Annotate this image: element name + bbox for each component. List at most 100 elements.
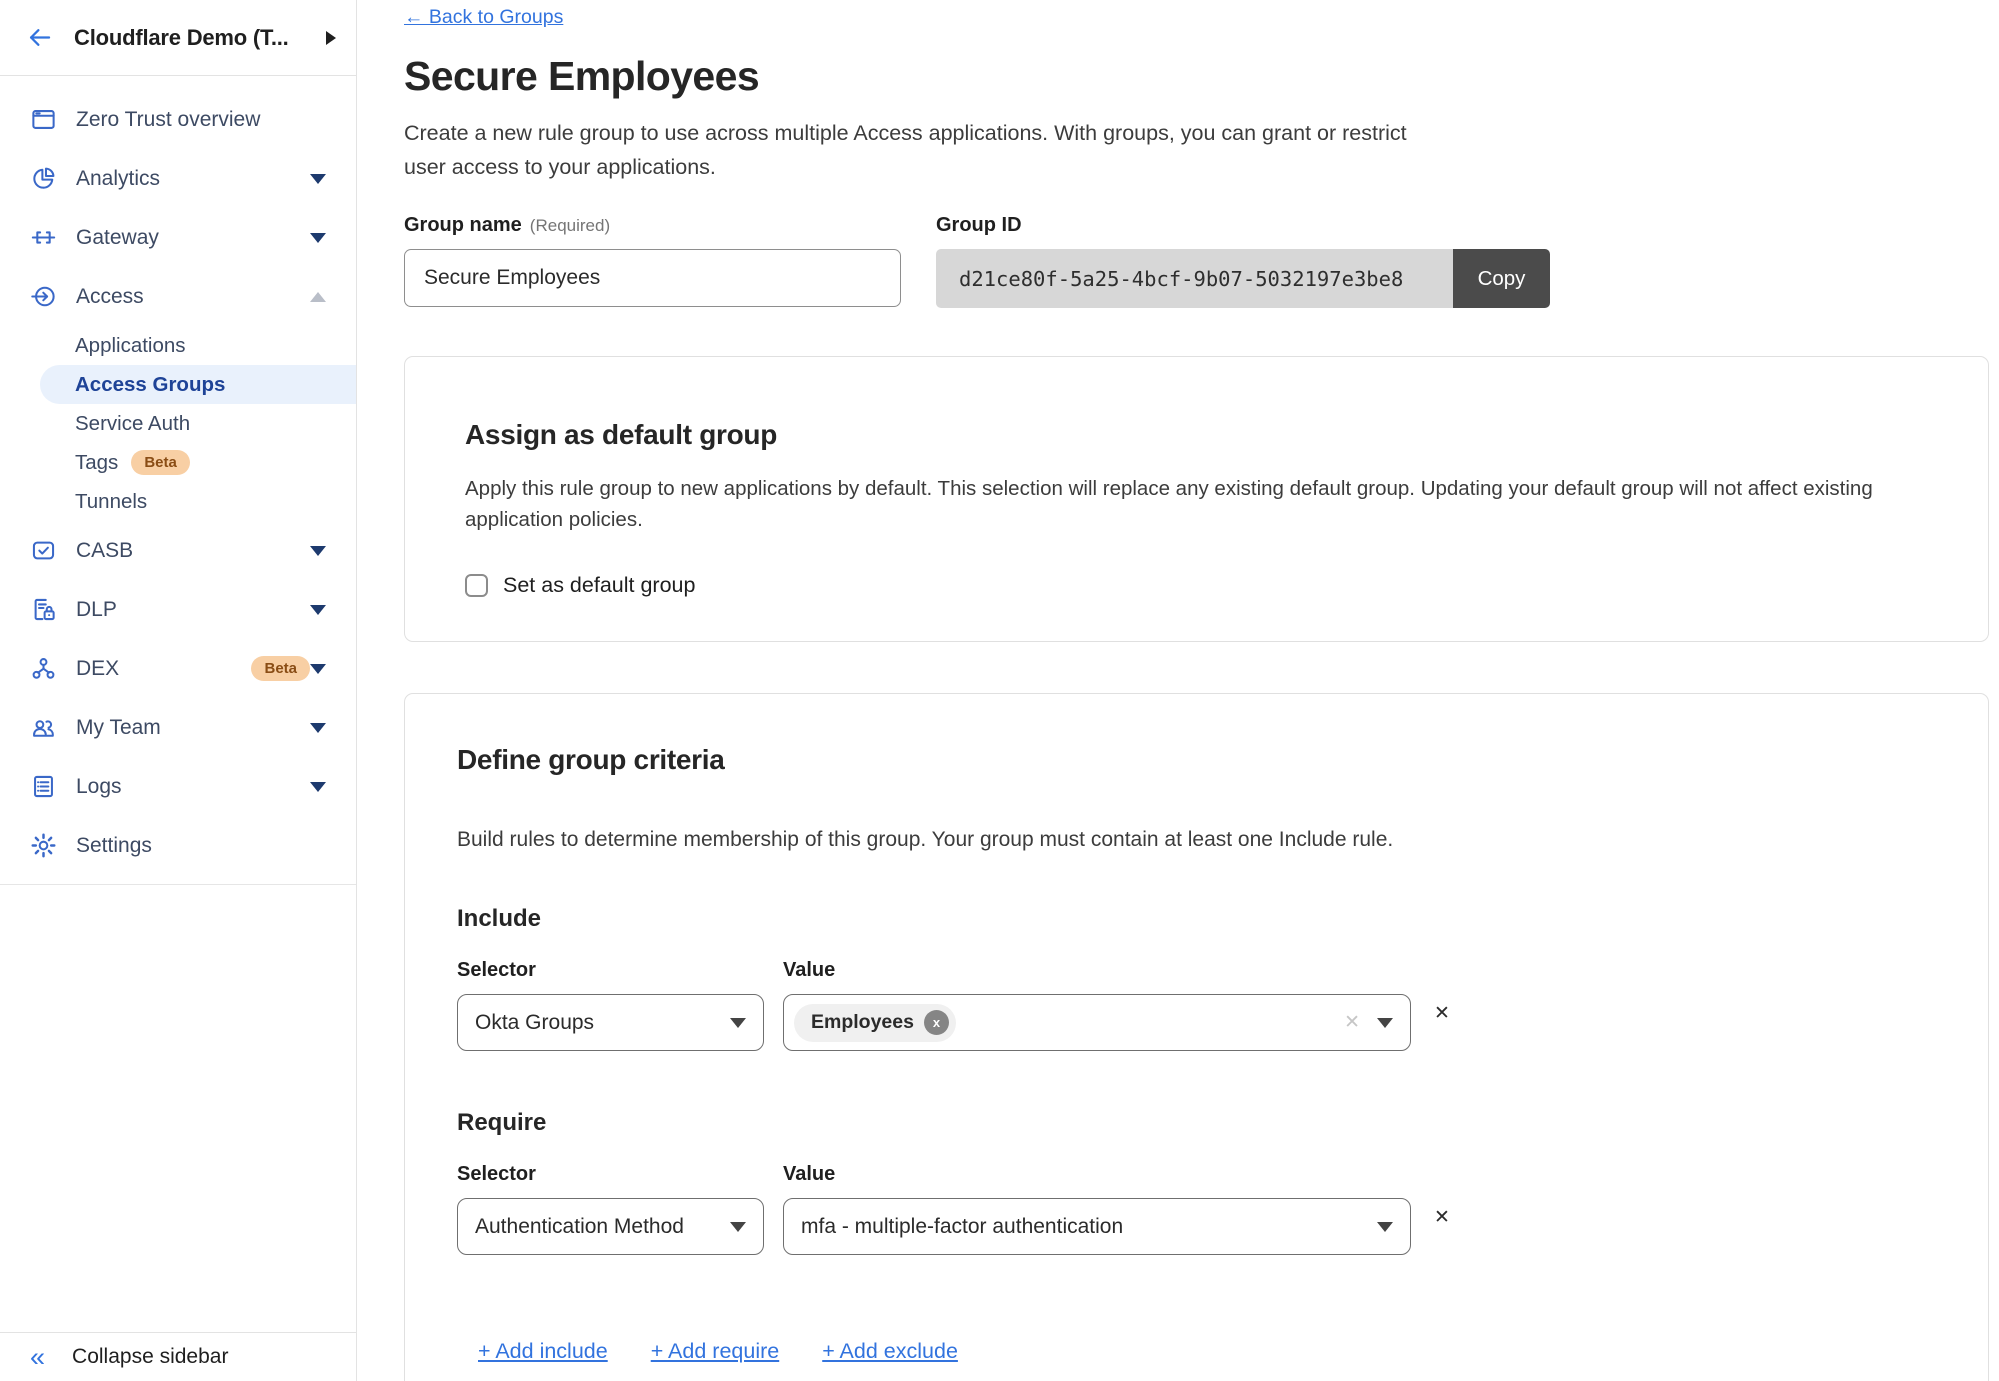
group-name-label: Group name (Required): [404, 214, 901, 237]
sidebar-item-label: Settings: [76, 834, 326, 858]
window-icon: [30, 106, 57, 133]
sidebar-divider: [0, 884, 356, 885]
sidebar-item-gateway[interactable]: Gateway: [0, 208, 356, 267]
value-chip: Employees x: [794, 1004, 956, 1042]
sidebar-item-access[interactable]: Access: [0, 267, 356, 326]
sidebar-item-analytics[interactable]: Analytics: [0, 149, 356, 208]
require-selector-dropdown[interactable]: Authentication Method: [457, 1198, 764, 1255]
sidebar-item-tunnels[interactable]: Tunnels: [0, 482, 356, 521]
sidebar-item-applications[interactable]: Applications: [0, 326, 356, 365]
chevron-down-icon[interactable]: [310, 605, 326, 615]
network-nodes-icon: [30, 655, 57, 682]
clear-values-icon[interactable]: ✕: [1344, 1011, 1360, 1034]
collapse-sidebar-label: Collapse sidebar: [72, 1345, 228, 1369]
sidebar-item-my-team[interactable]: My Team: [0, 698, 356, 757]
group-id-field: Group ID d21ce80f-5a25-4bcf-9b07-5032197…: [936, 214, 1550, 308]
copy-button[interactable]: Copy: [1453, 249, 1550, 308]
required-hint: (Required): [530, 216, 610, 235]
back-to-groups-link[interactable]: ← Back to Groups: [404, 6, 563, 29]
value-label: Value: [783, 959, 835, 982]
back-arrow-icon[interactable]: [26, 24, 53, 51]
include-rule-labels: Selector Value: [457, 959, 1936, 982]
sidebar-item-label: My Team: [76, 716, 310, 740]
chevron-down-icon: [1377, 1222, 1393, 1232]
remove-require-rule-button[interactable]: ✕: [1434, 1208, 1450, 1227]
remove-include-rule-button[interactable]: ✕: [1434, 1004, 1450, 1023]
include-selector-value: Okta Groups: [475, 1011, 730, 1035]
casb-check-icon: [30, 537, 57, 564]
sidebar-item-dlp[interactable]: DLP: [0, 580, 356, 639]
sidebar-item-access-groups[interactable]: Access Groups: [40, 365, 356, 404]
double-chevron-left-icon: «: [30, 1344, 45, 1371]
group-name-label-text: Group name: [404, 214, 522, 236]
add-include-link[interactable]: + Add include: [478, 1339, 608, 1364]
sidebar-item-service-auth[interactable]: Service Auth: [0, 404, 356, 443]
sidebar-item-label: Access Groups: [75, 373, 225, 397]
sidebar-nav: Zero Trust overview Analytics Gateway: [0, 76, 356, 885]
add-exclude-link[interactable]: + Add exclude: [822, 1339, 958, 1364]
include-selector-dropdown[interactable]: Okta Groups: [457, 994, 764, 1051]
criteria-card-body: Build rules to determine membership of t…: [457, 824, 1897, 855]
group-form-row: Group name (Required) Group ID d21ce80f-5…: [404, 214, 1999, 308]
chevron-down-icon[interactable]: [310, 782, 326, 792]
include-heading: Include: [457, 905, 1936, 933]
sidebar-item-label: Gateway: [76, 226, 310, 250]
sidebar-item-casb[interactable]: CASB: [0, 521, 356, 580]
add-rule-links: + Add include + Add require + Add exclud…: [457, 1339, 1936, 1364]
team-icon: [30, 714, 57, 741]
sidebar-item-logs[interactable]: Logs: [0, 757, 356, 816]
default-group-checkbox-row: Set as default group: [465, 573, 1928, 598]
default-group-card-body: Apply this rule group to new application…: [465, 473, 1905, 535]
group-name-field: Group name (Required): [404, 214, 901, 308]
chevron-up-icon[interactable]: [310, 292, 326, 302]
sidebar-item-settings[interactable]: Settings: [0, 816, 356, 875]
collapse-sidebar-button[interactable]: « Collapse sidebar: [0, 1332, 356, 1381]
pie-chart-icon: [30, 165, 57, 192]
include-value-multiselect[interactable]: Employees x ✕: [783, 994, 1411, 1051]
chevron-down-icon[interactable]: [310, 233, 326, 243]
chevron-down-icon: [730, 1222, 746, 1232]
account-switcher[interactable]: Cloudflare Demo (T...: [0, 0, 356, 76]
login-arrow-icon: [30, 283, 57, 310]
require-rule-row: Authentication Method mfa - multiple-fac…: [457, 1198, 1936, 1255]
sidebar-item-label: Tags: [75, 451, 118, 475]
criteria-card: Define group criteria Build rules to det…: [404, 693, 1989, 1381]
chip-remove-icon[interactable]: x: [924, 1010, 949, 1035]
chevron-down-icon[interactable]: [310, 546, 326, 556]
sidebar-item-zero-trust-overview[interactable]: Zero Trust overview: [0, 90, 356, 149]
selector-label: Selector: [457, 1163, 783, 1186]
page-description: Create a new rule group to use across mu…: [404, 116, 1414, 184]
chevron-down-icon[interactable]: [310, 664, 326, 674]
require-value-dropdown[interactable]: mfa - multiple-factor authentication: [783, 1198, 1411, 1255]
include-rule-row: Okta Groups Employees x ✕ ✕: [457, 994, 1936, 1051]
sidebar-item-label: DEX: [76, 657, 238, 681]
chevron-down-icon[interactable]: [310, 174, 326, 184]
document-lock-icon: [30, 596, 57, 623]
sidebar-item-label: Service Auth: [75, 412, 190, 436]
value-label: Value: [783, 1163, 835, 1186]
chevron-down-icon: [1377, 1018, 1393, 1028]
require-value: mfa - multiple-factor authentication: [801, 1215, 1377, 1239]
main-content: ← Back to Groups Secure Employees Create…: [357, 0, 1999, 1381]
sidebar: Cloudflare Demo (T... Zero Trust overvie…: [0, 0, 357, 1381]
sidebar-item-label: Tunnels: [75, 490, 147, 514]
default-group-card-title: Assign as default group: [465, 419, 1928, 451]
sidebar-item-tags[interactable]: Tags Beta: [0, 443, 356, 482]
sidebar-item-label: Access: [76, 285, 310, 309]
set-default-checkbox-label: Set as default group: [503, 573, 695, 598]
set-default-checkbox[interactable]: [465, 574, 488, 597]
sidebar-item-label: Analytics: [76, 167, 310, 191]
group-name-input[interactable]: [404, 249, 901, 307]
criteria-card-title: Define group criteria: [457, 744, 1936, 776]
chevron-right-icon[interactable]: [326, 31, 336, 45]
chevron-down-icon[interactable]: [310, 723, 326, 733]
sidebar-item-dex[interactable]: DEX Beta: [0, 639, 356, 698]
gateway-icon: [30, 224, 57, 251]
beta-badge: Beta: [251, 656, 310, 681]
require-heading: Require: [457, 1109, 1936, 1137]
beta-badge: Beta: [131, 450, 190, 475]
add-require-link[interactable]: + Add require: [651, 1339, 780, 1364]
sidebar-item-label: Logs: [76, 775, 310, 799]
group-id-label: Group ID: [936, 214, 1550, 237]
group-id-value: d21ce80f-5a25-4bcf-9b07-5032197e3be8: [936, 249, 1453, 308]
